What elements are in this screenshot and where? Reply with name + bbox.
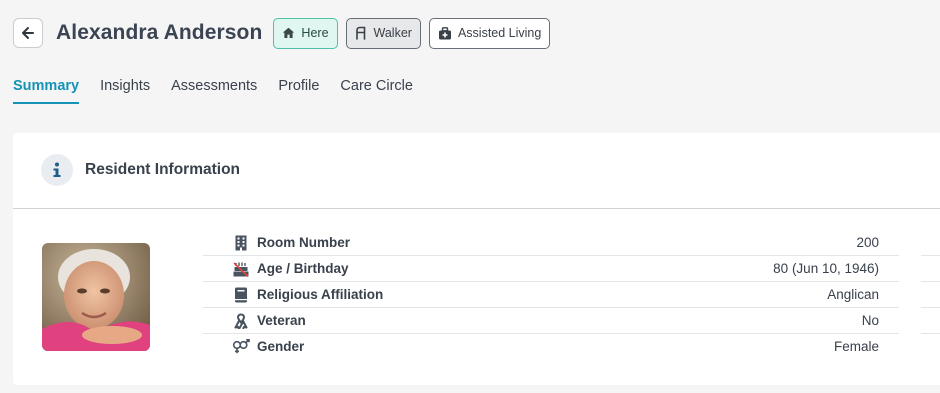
tab-bar: Summary Insights Assessments Profile Car… <box>13 78 434 104</box>
detail-value: Anglican <box>827 287 879 302</box>
tab-care-circle[interactable]: Care Circle <box>340 78 413 104</box>
detail-row-religious-affiliation: Religious Affiliation Anglican <box>203 282 940 308</box>
card-title: Resident Information <box>85 161 241 178</box>
building-icon <box>232 235 250 251</box>
home-icon <box>283 27 295 38</box>
resident-details-list: Room Number 200 Age / Birthday 80 (Jun 1… <box>203 230 940 360</box>
resident-information-card: Resident Information Room Number 200 Age… <box>13 133 940 385</box>
tab-assessments[interactable]: Assessments <box>171 78 257 104</box>
detail-label: Age / Birthday <box>257 261 349 276</box>
resident-name: Alexandra Anderson <box>56 21 263 44</box>
detail-value: Female <box>833 339 879 354</box>
detail-row-age-birthday: Age / Birthday 80 (Jun 10, 1946) <box>203 256 940 282</box>
gender-icon <box>232 339 250 355</box>
chip-label: Assisted Living <box>457 26 542 40</box>
page-header: Alexandra Anderson Here Walker Assisted … <box>13 17 551 49</box>
arrow-left-icon <box>22 27 34 39</box>
detail-label: Gender <box>257 339 305 354</box>
detail-row-veteran: Veteran No <box>203 308 940 334</box>
detail-value: 200 <box>856 235 879 250</box>
back-button[interactable] <box>13 18 43 48</box>
tab-summary[interactable]: Summary <box>13 78 80 104</box>
ribbon-icon <box>232 313 250 329</box>
chip-label: Here <box>301 26 329 40</box>
walker-icon <box>355 26 365 40</box>
care-level-chip-assisted-living[interactable]: Assisted Living <box>428 17 551 49</box>
tab-insights[interactable]: Insights <box>100 78 150 104</box>
chip-label: Walker <box>373 26 412 40</box>
detail-label: Veteran <box>257 313 306 328</box>
tab-profile[interactable]: Profile <box>278 78 319 104</box>
medical-kit-icon <box>438 26 451 39</box>
resident-photo <box>42 243 150 351</box>
card-header: Resident Information <box>13 133 940 209</box>
detail-row-room-number: Room Number 200 <box>203 230 940 256</box>
cake-icon <box>232 261 250 277</box>
detail-label: Religious Affiliation <box>257 287 384 302</box>
book-icon <box>232 287 250 303</box>
info-icon <box>41 154 73 186</box>
mobility-chip-walker[interactable]: Walker <box>345 17 421 49</box>
detail-value: No <box>861 313 879 328</box>
detail-row-gender: Gender Female <box>203 334 940 360</box>
detail-label: Room Number <box>257 235 351 250</box>
detail-value: 80 (Jun 10, 1946) <box>773 261 879 276</box>
status-chip-here[interactable]: Here <box>273 17 338 49</box>
